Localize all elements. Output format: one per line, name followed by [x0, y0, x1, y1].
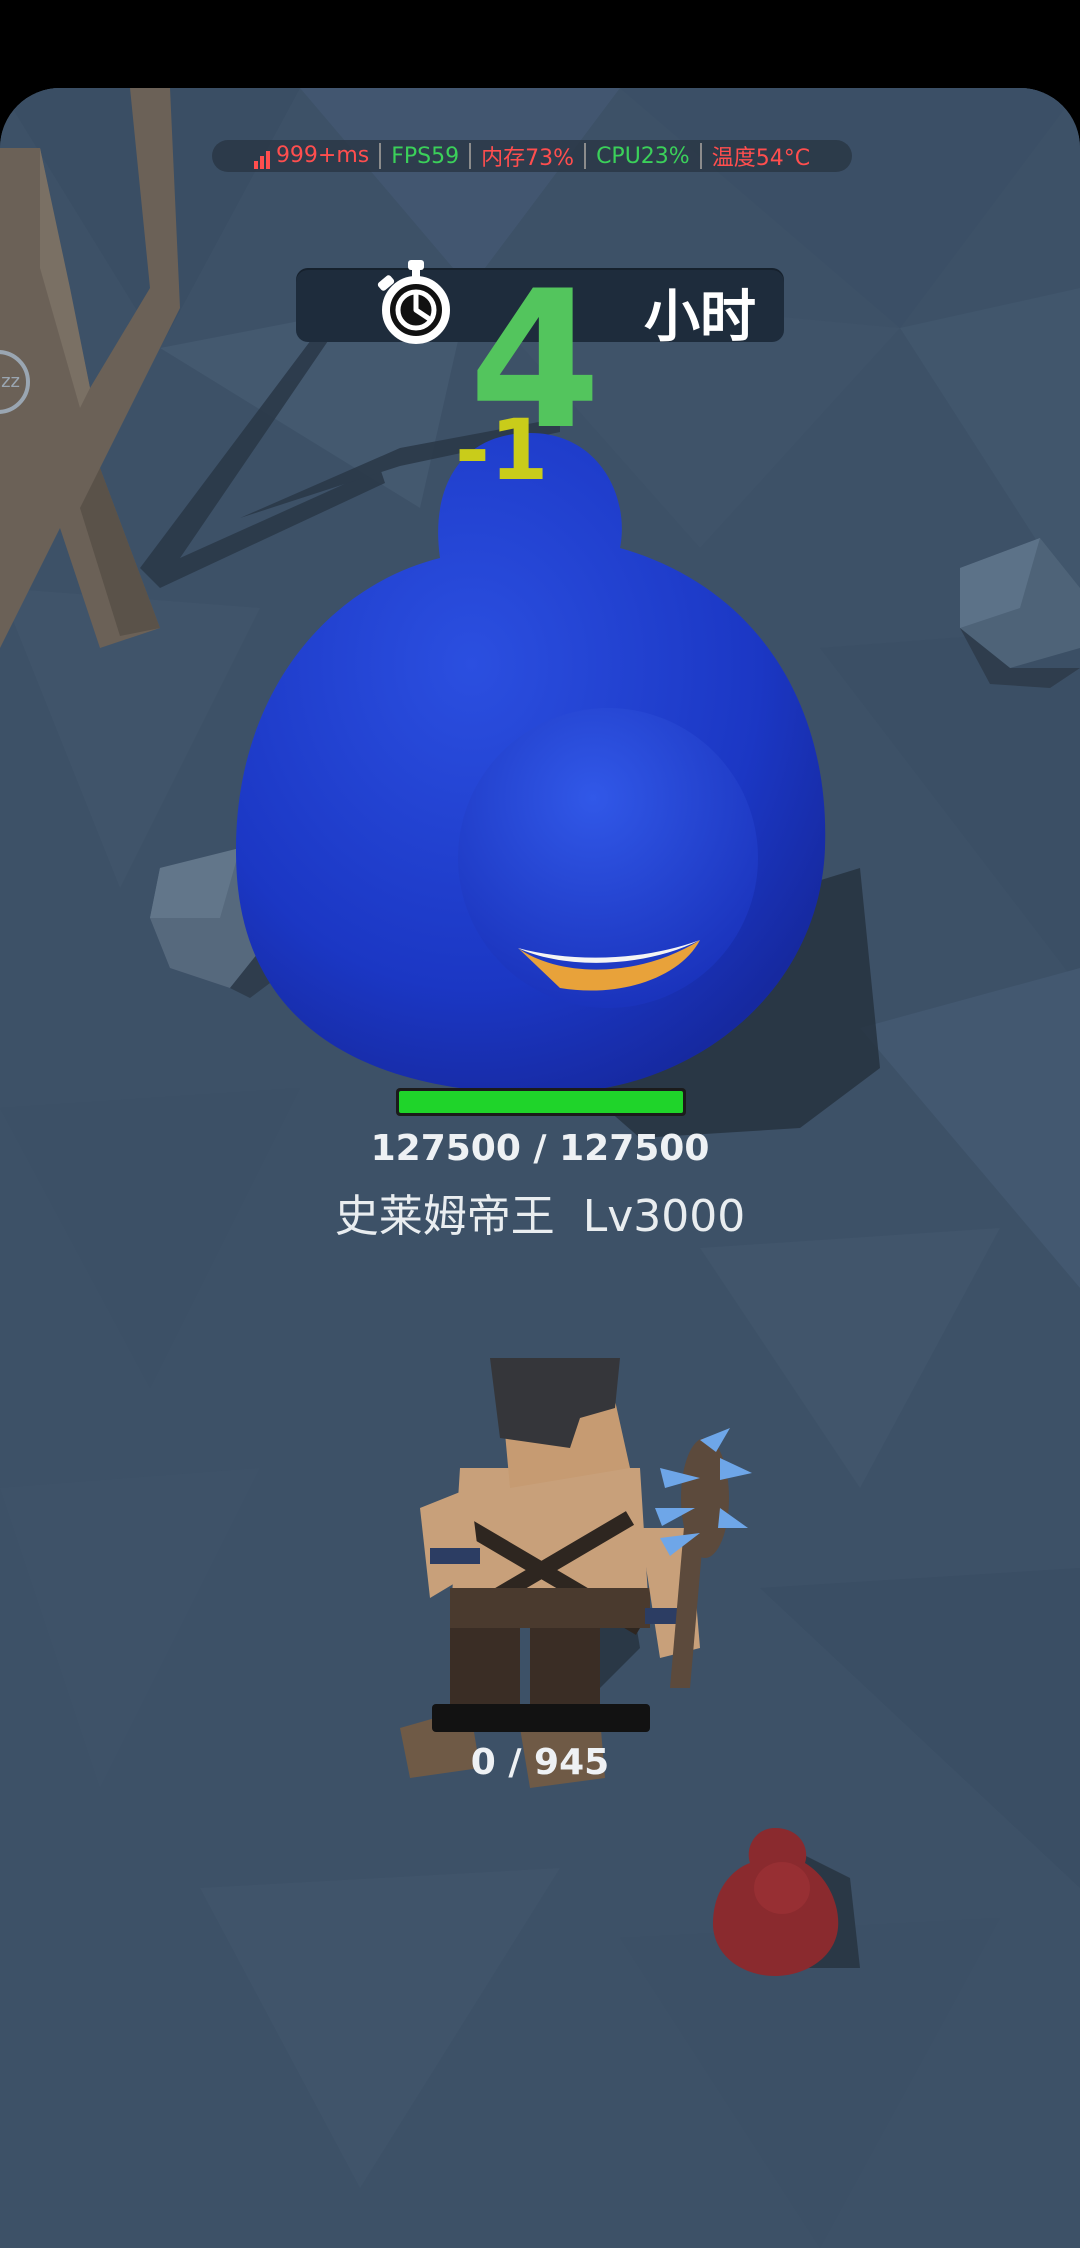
ping-display: 999+ms [244, 143, 379, 169]
boss-name-row: 史莱姆帝王 Lv3000 [0, 1180, 1080, 1244]
fps-value: FPS59 [391, 143, 460, 169]
timer-unit: 小时 [644, 285, 756, 350]
signal-icon [253, 144, 272, 169]
game-screen[interactable]: zz 999+ms FPS59 内存73% CPU23% 温度54°C 小时 4… [0, 88, 1080, 2248]
stopwatch-icon [377, 260, 450, 344]
boss-health-fill [399, 1091, 683, 1113]
ping-value: 999+ms [275, 143, 370, 169]
memory-value: 内存73% [481, 146, 575, 171]
performance-overlay: 999+ms FPS59 内存73% CPU23% 温度54°C [212, 140, 852, 172]
damage-popup: -1 [455, 401, 549, 499]
boss-health-text: 127500 / 127500 [370, 1128, 710, 1169]
boss-level: Lv3000 [582, 1191, 746, 1242]
player-health-text: 0 / 945 [470, 1742, 610, 1783]
boss-name: 史莱姆帝王 [334, 1191, 555, 1242]
player-health-bar [432, 1704, 650, 1732]
cpu-value: CPU23% [596, 143, 690, 169]
boss-health-bar [396, 1088, 686, 1116]
temperature-value: 温度54°C [711, 146, 811, 171]
